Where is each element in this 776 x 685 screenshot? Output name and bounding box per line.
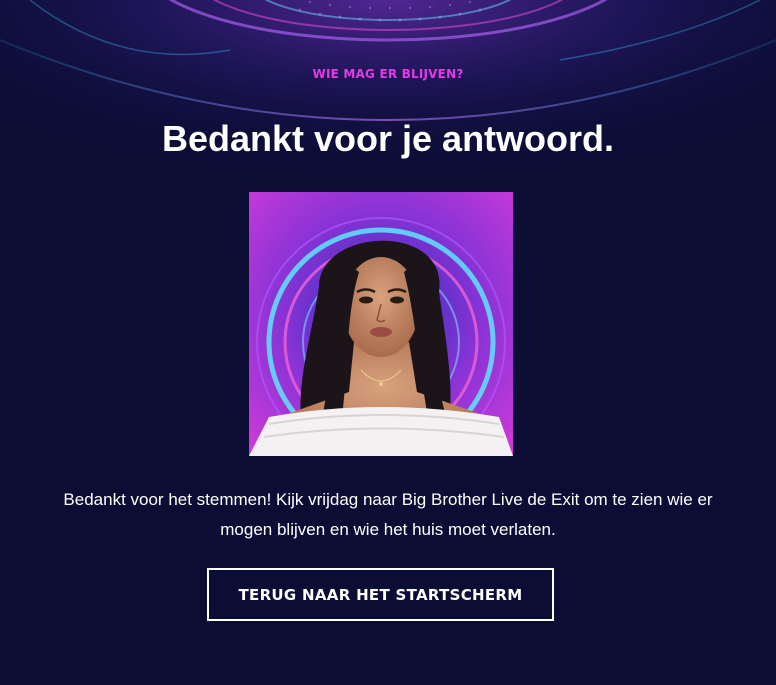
poll-eyebrow: WIE MAG ER BLIJVEN?: [312, 67, 464, 81]
back-to-start-button[interactable]: TERUG NAAR HET STARTSCHERM: [207, 568, 554, 621]
page-title: Bedankt voor je antwoord.: [161, 118, 615, 159]
thank-you-message: Bedankt voor het stemmen! Kijk vrijdag n…: [63, 490, 713, 539]
contestant-photo: [249, 192, 513, 456]
